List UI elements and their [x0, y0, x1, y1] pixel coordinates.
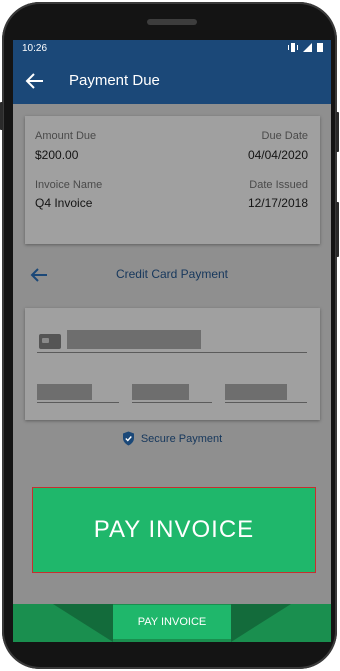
- speaker-grille: [147, 19, 197, 25]
- invoice-name-value: Q4 Invoice: [35, 196, 93, 210]
- shield-check-icon: [122, 431, 134, 446]
- date-issued-value: 12/17/2018: [247, 196, 308, 210]
- invoice-name-label: Invoice Name: [35, 179, 103, 191]
- back-arrow-icon[interactable]: [24, 70, 46, 92]
- secure-payment-note: Secure Payment: [13, 431, 331, 446]
- status-icons: [288, 43, 323, 52]
- card-number-input[interactable]: [67, 330, 201, 349]
- date-issued-label: Date Issued: [249, 179, 308, 191]
- card-number-underline: [37, 352, 307, 353]
- expiry-year-input[interactable]: [132, 384, 189, 400]
- expiry-month-underline: [37, 402, 119, 403]
- app-bar: Payment Due: [13, 58, 331, 104]
- power-button: [336, 202, 339, 257]
- signal-icon: [303, 43, 312, 52]
- status-bar: 10:26: [13, 40, 331, 58]
- invoice-summary-card: Amount Due $200.00 Due Date 04/04/2020 I…: [25, 116, 320, 244]
- side-button-left: [0, 102, 3, 130]
- expiry-month-input[interactable]: [37, 384, 92, 400]
- card-details-form: [25, 308, 320, 420]
- credit-card-payment-title: Credit Card Payment: [115, 267, 229, 281]
- pay-invoice-button[interactable]: PAY INVOICE: [32, 487, 316, 573]
- volume-button: [336, 112, 339, 152]
- credit-card-icon: [39, 334, 61, 349]
- amount-due-label: Amount Due: [35, 130, 97, 142]
- amount-due-value: $200.00: [35, 148, 79, 162]
- cvv-input[interactable]: [225, 384, 287, 400]
- due-date-value: 04/04/2020: [247, 148, 308, 162]
- secure-payment-label: Secure Payment: [140, 432, 223, 445]
- status-time: 10:26: [22, 43, 48, 54]
- battery-icon: [317, 43, 323, 52]
- pay-invoice-footer-button[interactable]: PAY INVOICE: [113, 605, 231, 639]
- screen: 10:26 Payment Due Amount Due $200.00 Due…: [13, 40, 331, 642]
- due-date-label: Due Date: [261, 130, 308, 142]
- page-title: Payment Due: [69, 72, 160, 89]
- expiry-year-underline: [132, 402, 212, 403]
- phone-frame: 10:26 Payment Due Amount Due $200.00 Due…: [0, 2, 339, 669]
- vibrate-icon: [288, 43, 298, 52]
- cvv-underline: [225, 402, 307, 403]
